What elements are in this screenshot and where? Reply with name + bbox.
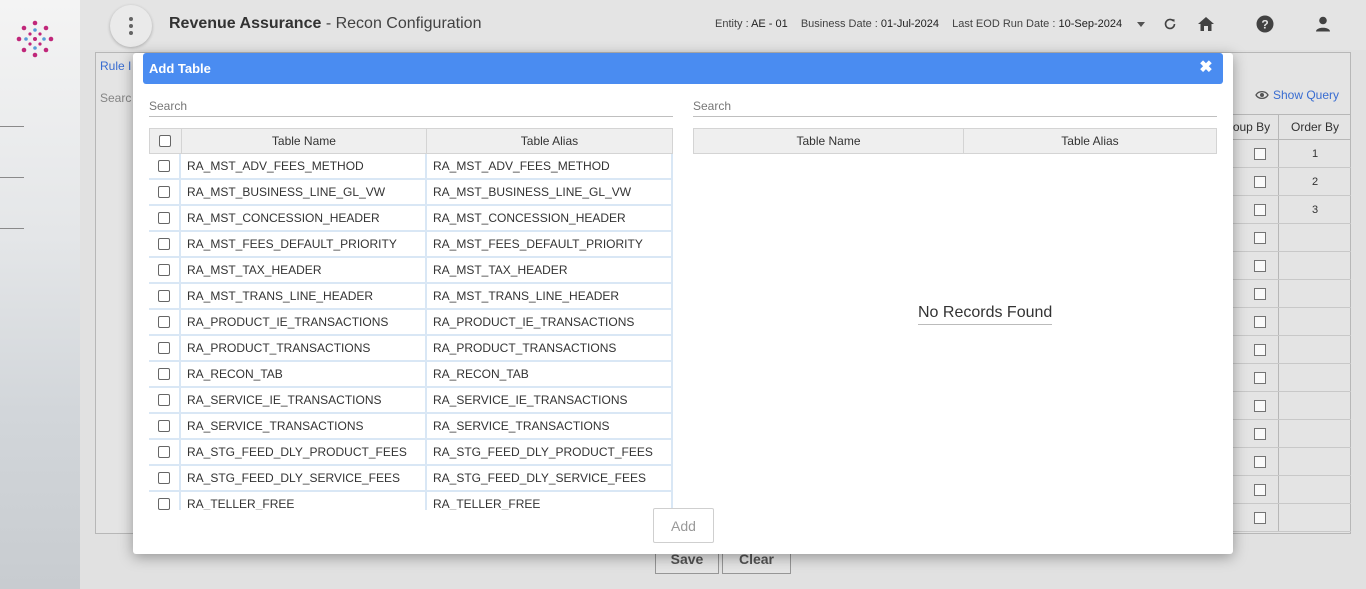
row-checkbox[interactable] (158, 212, 170, 224)
select-all-checkbox[interactable] (159, 135, 172, 147)
table-name-cell: RA_MST_BUSINESS_LINE_GL_VW (181, 180, 427, 206)
table-row[interactable]: RA_MST_ADV_FEES_METHOD RA_MST_ADV_FEES_ME… (149, 154, 673, 180)
row-checkbox-cell (149, 492, 181, 510)
row-checkbox-cell (149, 362, 181, 388)
row-checkbox[interactable] (158, 368, 170, 380)
table-row[interactable]: RA_MST_FEES_DEFAULT_PRIORITY RA_MST_FEES_… (149, 232, 673, 258)
table-name-cell: RA_MST_CONCESSION_HEADER (181, 206, 427, 232)
table-name-cell: RA_TELLER_FREE (181, 492, 427, 510)
table-row[interactable]: RA_MST_CONCESSION_HEADER RA_MST_CONCESSIO… (149, 206, 673, 232)
row-checkbox[interactable] (158, 342, 170, 354)
row-checkbox[interactable] (158, 394, 170, 406)
select-all-cell (150, 129, 182, 153)
add-table-modal: Add Table ✖ Search Search Table Name Tab… (133, 53, 1233, 554)
row-checkbox-cell (149, 414, 181, 440)
table-row[interactable]: RA_SERVICE_IE_TRANSACTIONS RA_SERVICE_IE_… (149, 388, 673, 414)
table-alias-cell: RA_MST_TRANS_LINE_HEADER (427, 284, 673, 310)
row-checkbox-cell (149, 466, 181, 492)
table-name-cell: RA_STG_FEED_DLY_PRODUCT_FEES (181, 440, 427, 466)
table-name-cell: RA_PRODUCT_TRANSACTIONS (181, 336, 427, 362)
row-checkbox[interactable] (158, 446, 170, 458)
row-checkbox[interactable] (158, 316, 170, 328)
row-checkbox[interactable] (158, 472, 170, 484)
table-name-cell: RA_SERVICE_IE_TRANSACTIONS (181, 388, 427, 414)
left-rail (0, 0, 80, 589)
table-alias-cell: RA_MST_FEES_DEFAULT_PRIORITY (427, 232, 673, 258)
table-name-cell: RA_STG_FEED_DLY_SERVICE_FEES (181, 466, 427, 492)
row-checkbox-cell (149, 336, 181, 362)
table-name-header[interactable]: Table Name (182, 129, 427, 153)
rail-divider (0, 228, 24, 229)
table-row[interactable]: RA_MST_TRANS_LINE_HEADER RA_MST_TRANS_LIN… (149, 284, 673, 310)
row-checkbox-cell (149, 440, 181, 466)
row-checkbox[interactable] (158, 290, 170, 302)
close-icon[interactable]: ✖ (1199, 60, 1213, 76)
row-checkbox[interactable] (158, 420, 170, 432)
row-checkbox-cell (149, 206, 181, 232)
table-alias-cell: RA_RECON_TAB (427, 362, 673, 388)
table-row[interactable]: RA_MST_BUSINESS_LINE_GL_VW RA_MST_BUSINES… (149, 180, 673, 206)
table-name-cell: RA_SERVICE_TRANSACTIONS (181, 414, 427, 440)
row-checkbox[interactable] (158, 160, 170, 172)
row-checkbox[interactable] (158, 238, 170, 250)
table-alias-cell: RA_MST_CONCESSION_HEADER (427, 206, 673, 232)
table-alias-header[interactable]: Table Alias (964, 129, 1216, 153)
row-checkbox[interactable] (158, 264, 170, 276)
row-checkbox-cell (149, 180, 181, 206)
modal-header: Add Table ✖ (143, 53, 1223, 84)
table-alias-header[interactable]: Table Alias (427, 129, 672, 153)
table-name-cell: RA_MST_TRANS_LINE_HEADER (181, 284, 427, 310)
table-name-cell: RA_PRODUCT_IE_TRANSACTIONS (181, 310, 427, 336)
table-row[interactable]: RA_PRODUCT_IE_TRANSACTIONS RA_PRODUCT_IE_… (149, 310, 673, 336)
table-alias-cell: RA_MST_BUSINESS_LINE_GL_VW (427, 180, 673, 206)
selected-tables-table: Table Name Table Alias (693, 128, 1217, 154)
rail-divider (0, 177, 24, 178)
table-name-cell: RA_MST_TAX_HEADER (181, 258, 427, 284)
table-row[interactable]: RA_STG_FEED_DLY_PRODUCT_FEES RA_STG_FEED_… (149, 440, 673, 466)
table-row[interactable]: RA_TELLER_FREE RA_TELLER_FREE (149, 492, 673, 510)
row-checkbox[interactable] (158, 186, 170, 198)
table-name-cell: RA_MST_FEES_DEFAULT_PRIORITY (181, 232, 427, 258)
row-checkbox-cell (149, 232, 181, 258)
table-alias-cell: RA_STG_FEED_DLY_PRODUCT_FEES (427, 440, 673, 466)
modal-title: Add Table (149, 61, 211, 76)
table-name-header[interactable]: Table Name (694, 129, 964, 153)
table-row[interactable]: RA_SERVICE_TRANSACTIONS RA_SERVICE_TRANSA… (149, 414, 673, 440)
table-alias-cell: RA_STG_FEED_DLY_SERVICE_FEES (427, 466, 673, 492)
row-checkbox-cell (149, 154, 181, 180)
empty-state-message: No Records Found (918, 304, 1053, 325)
table-alias-cell: RA_PRODUCT_IE_TRANSACTIONS (427, 310, 673, 336)
table-name-cell: RA_MST_ADV_FEES_METHOD (181, 154, 427, 180)
table-row[interactable]: RA_RECON_TAB RA_RECON_TAB (149, 362, 673, 388)
brand-logo-icon (16, 20, 54, 58)
left-search-input[interactable]: Search (149, 95, 673, 117)
table-name-cell: RA_RECON_TAB (181, 362, 427, 388)
row-checkbox[interactable] (158, 498, 170, 510)
table-alias-cell: RA_MST_TAX_HEADER (427, 258, 673, 284)
add-button[interactable]: Add (653, 508, 714, 543)
row-checkbox-cell (149, 310, 181, 336)
table-alias-cell: RA_SERVICE_IE_TRANSACTIONS (427, 388, 673, 414)
table-row[interactable]: RA_STG_FEED_DLY_SERVICE_FEES RA_STG_FEED_… (149, 466, 673, 492)
table-body: RA_MST_ADV_FEES_METHOD RA_MST_ADV_FEES_ME… (149, 154, 673, 510)
table-alias-cell: RA_PRODUCT_TRANSACTIONS (427, 336, 673, 362)
table-alias-cell: RA_TELLER_FREE (427, 492, 673, 510)
row-checkbox-cell (149, 258, 181, 284)
row-checkbox-cell (149, 284, 181, 310)
right-search-input[interactable]: Search (693, 95, 1217, 117)
table-row[interactable]: RA_PRODUCT_TRANSACTIONS RA_PRODUCT_TRANSA… (149, 336, 673, 362)
table-alias-cell: RA_SERVICE_TRANSACTIONS (427, 414, 673, 440)
table-header: Table Name Table Alias (693, 128, 1217, 154)
row-checkbox-cell (149, 388, 181, 414)
table-row[interactable]: RA_MST_TAX_HEADER RA_MST_TAX_HEADER (149, 258, 673, 284)
table-header: Table Name Table Alias (149, 128, 673, 154)
rail-divider (0, 126, 24, 127)
available-tables-table: Table Name Table Alias RA_MST_ADV_FEES_M… (149, 128, 673, 510)
table-alias-cell: RA_MST_ADV_FEES_METHOD (427, 154, 673, 180)
